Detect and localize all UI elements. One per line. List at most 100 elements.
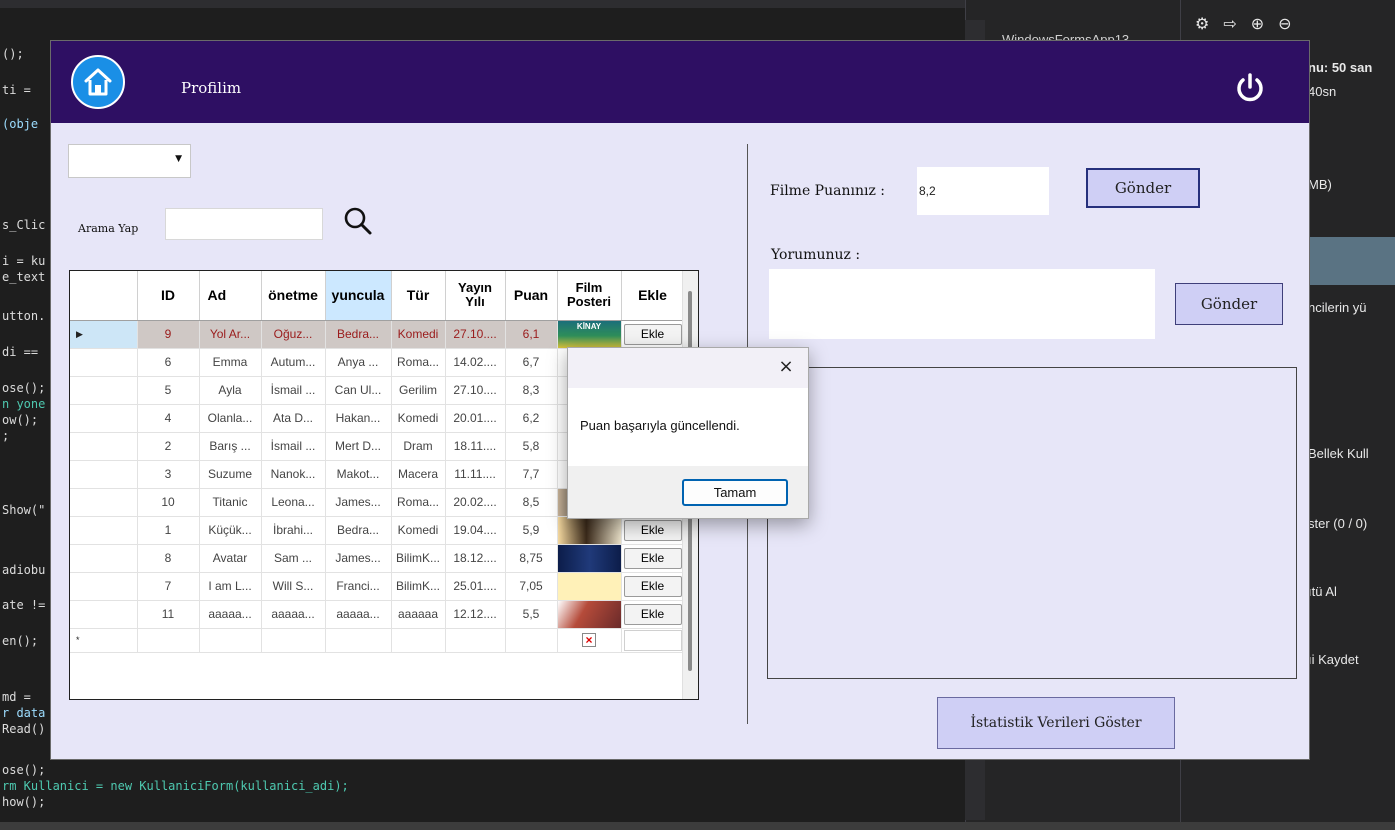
- table-cell-id[interactable]: 10: [137, 488, 200, 517]
- table-cell-ad[interactable]: Küçük...: [199, 516, 262, 545]
- table-cell-puan[interactable]: 7,7: [505, 460, 558, 489]
- table-cell-tur[interactable]: Komedi: [391, 516, 446, 545]
- column-header-tur[interactable]: Tür: [391, 271, 446, 321]
- table-cell-tur[interactable]: BilimK...: [391, 544, 446, 573]
- new-row-cell[interactable]: [391, 628, 446, 653]
- table-cell-tur[interactable]: BilimK...: [391, 572, 446, 601]
- new-row-cell[interactable]: [445, 628, 506, 653]
- table-cell-oyuncular[interactable]: Hakan...: [325, 404, 392, 433]
- table-cell-yonetmen[interactable]: Will S...: [261, 572, 326, 601]
- new-row-cell[interactable]: [261, 628, 326, 653]
- new-row-ekle-cell[interactable]: [621, 628, 685, 653]
- add-button[interactable]: Ekle: [623, 323, 682, 345]
- rating-input[interactable]: [917, 167, 1049, 215]
- ok-button[interactable]: Tamam: [682, 479, 788, 506]
- zoom-in-icon[interactable]: ⊕: [1251, 14, 1278, 33]
- new-row[interactable]: * ×: [70, 628, 690, 653]
- table-cell-yil[interactable]: 27.10....: [445, 376, 506, 405]
- close-icon[interactable]: ×: [774, 356, 798, 380]
- add-button[interactable]: Ekle: [623, 603, 682, 625]
- table-cell-ad[interactable]: aaaaa...: [199, 600, 262, 629]
- table-cell-tur[interactable]: aaaaaa: [391, 600, 446, 629]
- table-cell-yil[interactable]: 20.01....: [445, 404, 506, 433]
- table-cell-ad[interactable]: Emma: [199, 348, 262, 377]
- table-row[interactable]: ▶ 9 Yol Ar... Oğuz... Bedra... Komedi 27.10...…: [70, 320, 690, 349]
- new-row-cell[interactable]: [325, 628, 392, 653]
- table-cell-ad[interactable]: Titanic: [199, 488, 262, 517]
- table-cell-id[interactable]: 7: [137, 572, 200, 601]
- table-cell-yil[interactable]: 19.04....: [445, 516, 506, 545]
- row-header[interactable]: [70, 600, 138, 629]
- row-header[interactable]: [70, 348, 138, 377]
- column-header-yayin-yili[interactable]: Yayın Yılı: [445, 271, 506, 321]
- table-cell-yil[interactable]: 27.10....: [445, 320, 506, 349]
- table-cell-poster[interactable]: [557, 572, 622, 601]
- table-row[interactable]: 7I am L... Will S... Franci... BilimK... 25.…: [70, 572, 690, 601]
- table-cell-tur[interactable]: Dram: [391, 432, 446, 461]
- table-cell-yil[interactable]: 18.12....: [445, 544, 506, 573]
- new-row-cell[interactable]: [137, 628, 200, 653]
- table-cell-ad[interactable]: Ayla: [199, 376, 262, 405]
- table-cell-oyuncular[interactable]: Mert D...: [325, 432, 392, 461]
- table-cell-yonetmen[interactable]: aaaaa...: [261, 600, 326, 629]
- table-cell-oyuncular[interactable]: Franci...: [325, 572, 392, 601]
- table-cell-poster[interactable]: [557, 600, 622, 629]
- add-button[interactable]: Ekle: [623, 519, 682, 541]
- table-cell-yil[interactable]: 25.01....: [445, 572, 506, 601]
- table-cell-yonetmen[interactable]: İsmail ...: [261, 376, 326, 405]
- table-cell-yil[interactable]: 11.11....: [445, 460, 506, 489]
- row-header[interactable]: [70, 432, 138, 461]
- table-cell-id[interactable]: 6: [137, 348, 200, 377]
- table-cell-puan[interactable]: 6,2: [505, 404, 558, 433]
- table-cell-yonetmen[interactable]: İsmail ...: [261, 432, 326, 461]
- search-icon[interactable]: [341, 204, 375, 238]
- new-row-ekle-placeholder[interactable]: [623, 629, 682, 651]
- row-header[interactable]: ▶: [70, 320, 138, 349]
- table-cell-oyuncular[interactable]: James...: [325, 488, 392, 517]
- table-cell-oyuncular[interactable]: aaaaa...: [325, 600, 392, 629]
- table-cell-yonetmen[interactable]: Sam ...: [261, 544, 326, 573]
- search-input[interactable]: [165, 208, 323, 240]
- table-cell-tur[interactable]: Komedi: [391, 320, 446, 349]
- table-row[interactable]: 11 aaaaa... aaaaa... aaaaa... aaaaaa 12.12...…: [70, 600, 690, 629]
- table-cell-ad[interactable]: I am L...: [199, 572, 262, 601]
- table-cell-tur[interactable]: Roma...: [391, 488, 446, 517]
- row-header[interactable]: [70, 376, 138, 405]
- column-header-puan[interactable]: Puan: [505, 271, 558, 321]
- table-cell-oyuncular[interactable]: James...: [325, 544, 392, 573]
- table-cell-id[interactable]: 11: [137, 600, 200, 629]
- table-cell-ad[interactable]: Avatar: [199, 544, 262, 573]
- row-header[interactable]: [70, 404, 138, 433]
- table-cell-puan[interactable]: 5,8: [505, 432, 558, 461]
- zoom-out-icon[interactable]: ⊖: [1278, 14, 1305, 33]
- table-cell-yonetmen[interactable]: Nanok...: [261, 460, 326, 489]
- table-cell-yonetmen[interactable]: Autum...: [261, 348, 326, 377]
- table-cell-id[interactable]: 2: [137, 432, 200, 461]
- gear-icon[interactable]: ⚙: [1195, 14, 1223, 33]
- table-cell-tur[interactable]: Roma...: [391, 348, 446, 377]
- filter-combobox[interactable]: ▼: [68, 144, 191, 178]
- table-cell-puan[interactable]: 5,9: [505, 516, 558, 545]
- table-cell-yonetmen[interactable]: İbrahi...: [261, 516, 326, 545]
- table-cell-yil[interactable]: 14.02....: [445, 348, 506, 377]
- new-row-poster-cell[interactable]: ×: [557, 628, 622, 653]
- home-button[interactable]: [71, 55, 125, 109]
- table-cell-oyuncular[interactable]: Makot...: [325, 460, 392, 489]
- table-cell-id[interactable]: 3: [137, 460, 200, 489]
- new-row-cell[interactable]: [199, 628, 262, 653]
- table-cell-puan[interactable]: 8,3: [505, 376, 558, 405]
- table-cell-puan[interactable]: 8,5: [505, 488, 558, 517]
- table-cell-ad[interactable]: Suzume: [199, 460, 262, 489]
- table-cell-ad[interactable]: Barış ...: [199, 432, 262, 461]
- table-cell-oyuncular[interactable]: Bedra...: [325, 320, 392, 349]
- table-row[interactable]: 8 Avatar Sam ... James... BilimK... 18.12....…: [70, 544, 690, 573]
- table-cell-puan[interactable]: 7,05: [505, 572, 558, 601]
- table-row[interactable]: 1 Küçük... İbrahi... Bedra... Komedi 19.04...…: [70, 516, 690, 545]
- table-cell-puan[interactable]: 8,75: [505, 544, 558, 573]
- export-icon[interactable]: ⇨: [1223, 14, 1250, 33]
- diagnostics-snapshot-text[interactable]: ıtü Al: [1308, 584, 1337, 599]
- column-header-ekle[interactable]: Ekle: [621, 271, 685, 321]
- table-cell-id[interactable]: 9: [137, 320, 200, 349]
- table-cell-puan[interactable]: 5,5: [505, 600, 558, 629]
- table-cell-id[interactable]: 1: [137, 516, 200, 545]
